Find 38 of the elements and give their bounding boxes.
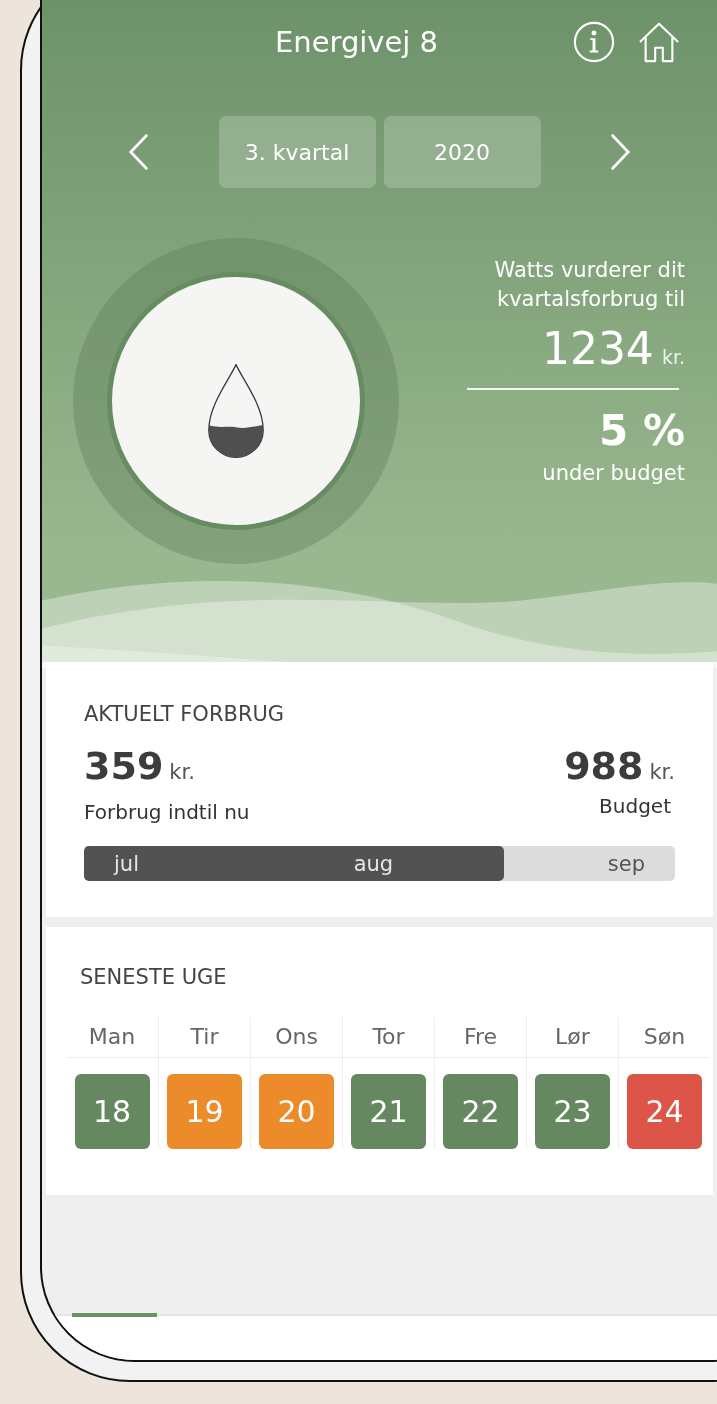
card-title: SENESTE UGE [79, 965, 228, 989]
estimate-intro-text: Watts vurderer dit kvartalsforbrug til [493, 257, 685, 314]
budget-label: Budget [599, 794, 671, 818]
day-tile[interactable]: 19 [167, 1074, 242, 1149]
day-tile[interactable]: 20 [259, 1074, 334, 1149]
quarter-selector[interactable]: 3. kvartal [218, 116, 376, 188]
screen-title: Energivej 8 [273, 25, 440, 59]
weekday-label: Lør [527, 1017, 618, 1058]
day-tile[interactable]: 18 [74, 1074, 150, 1149]
month-label: aug [353, 851, 394, 876]
budget-amount: 988 [564, 744, 644, 788]
day-tile[interactable]: 24 [627, 1074, 702, 1149]
water-drop-icon [205, 364, 267, 458]
year-selector[interactable]: 2020 [383, 116, 541, 188]
estimate-amount: 1234 [541, 322, 654, 374]
spent-amount: 359 [84, 744, 164, 788]
home-icon[interactable] [637, 21, 681, 63]
currency-unit: kr. [649, 760, 675, 784]
previous-chevron-icon[interactable] [127, 132, 151, 172]
day-tile[interactable]: 22 [443, 1074, 518, 1149]
day-tile[interactable]: 23 [535, 1074, 610, 1149]
weekday-label: Man [66, 1017, 158, 1058]
info-icon[interactable] [573, 21, 615, 63]
budget-percent: 5 % [599, 405, 685, 455]
weekday-label: Søn [619, 1017, 710, 1058]
currency-unit: kr. [661, 345, 685, 368]
weekday-label: Tir [159, 1017, 250, 1058]
month-label: jul [114, 851, 139, 876]
spent-label: Forbrug indtil nu [84, 800, 250, 824]
weekday-label: Ons [251, 1017, 342, 1058]
day-tile[interactable]: 21 [351, 1074, 426, 1149]
currency-unit: kr. [169, 760, 195, 784]
card-title: AKTUELT FORBRUG [84, 702, 286, 726]
budget-status-text: under budget [542, 460, 685, 485]
weekday-label: Tor [343, 1017, 434, 1058]
month-label: sep [607, 851, 645, 876]
next-chevron-icon[interactable] [608, 132, 632, 172]
weekday-label: Fre [435, 1017, 526, 1058]
